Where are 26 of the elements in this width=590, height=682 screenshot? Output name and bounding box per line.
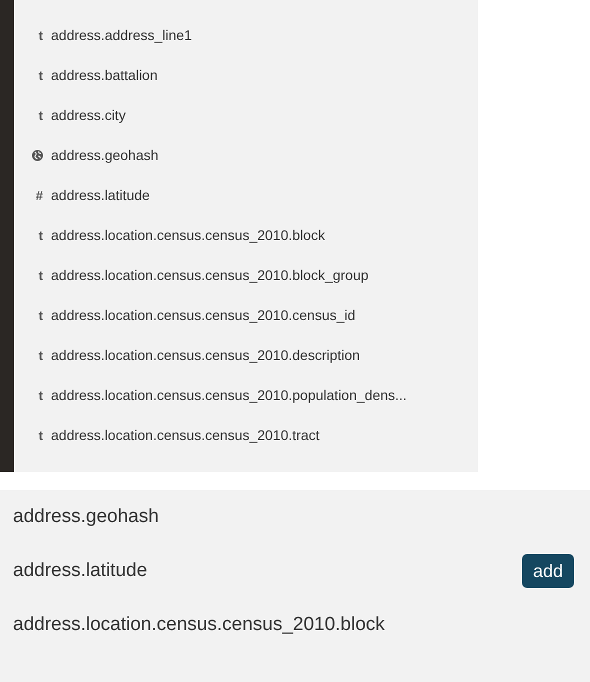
field-item[interactable]: address.latitude add bbox=[13, 544, 574, 598]
globe-icon bbox=[32, 150, 43, 160]
field-item[interactable]: t address.location.census.census_2010.description bbox=[14, 335, 407, 375]
type-glyph: t bbox=[38, 28, 43, 42]
type-glyph: t bbox=[38, 228, 43, 242]
type-glyph: t bbox=[38, 268, 43, 282]
field-item[interactable]: t address.location.census.census_2010.population_dens... bbox=[14, 375, 407, 415]
type-glyph: t bbox=[38, 428, 43, 442]
type-glyph: t bbox=[38, 348, 43, 362]
type-glyph: t bbox=[38, 308, 43, 322]
field-item[interactable]: t address.location.census.census_2010.block bbox=[14, 215, 407, 255]
type-glyph: t bbox=[38, 388, 43, 402]
field-item[interactable]: t address.city bbox=[14, 95, 407, 135]
field-item[interactable]: t address.address_line1 bbox=[14, 15, 407, 55]
field-item[interactable]: # address.latitude bbox=[14, 175, 407, 215]
field-item[interactable]: t address.location.census.census_2010.block_group bbox=[14, 255, 407, 295]
type-glyph: t bbox=[38, 108, 43, 122]
field-item[interactable]: address.location.census.census_2010.block bbox=[13, 598, 574, 652]
field-item[interactable]: t address.location.census.census_2010.tract bbox=[14, 415, 407, 455]
type-glyph: t bbox=[38, 68, 43, 82]
type-glyph: # bbox=[36, 188, 43, 202]
field-item[interactable]: t address.location.census.census_2010.census_id bbox=[14, 295, 407, 335]
field-item[interactable]: address.geohash bbox=[14, 135, 407, 175]
field-item[interactable]: t address.battalion bbox=[14, 55, 407, 95]
field-item[interactable]: address.geohash bbox=[13, 490, 574, 544]
add-button[interactable]: add bbox=[522, 554, 574, 588]
